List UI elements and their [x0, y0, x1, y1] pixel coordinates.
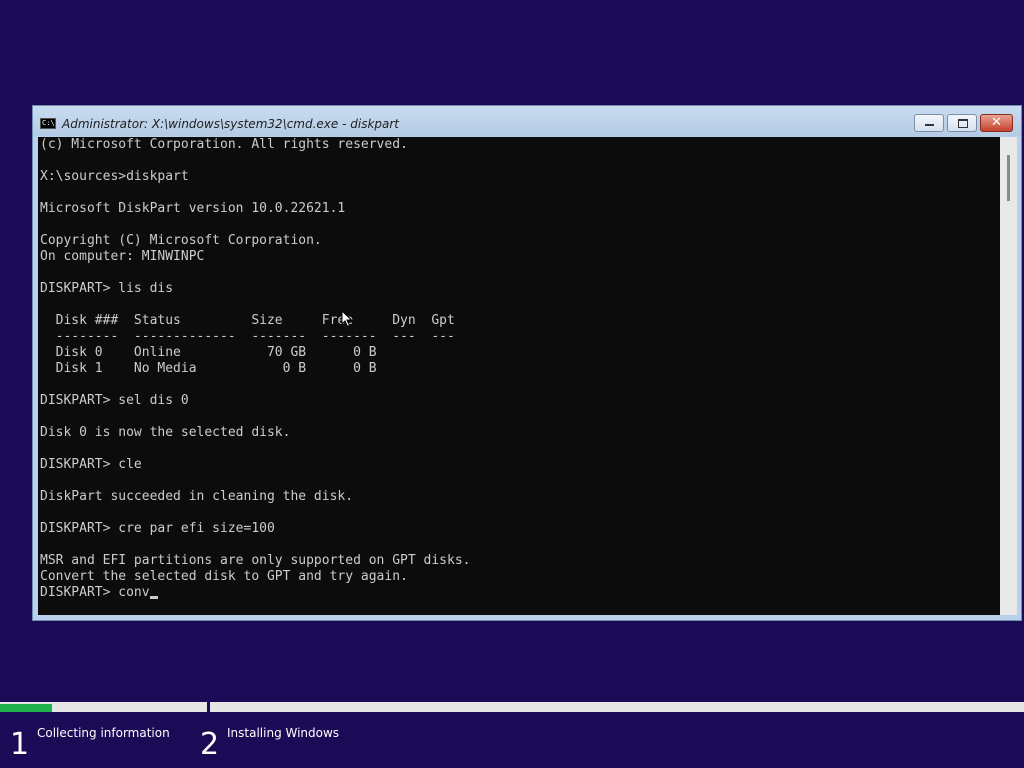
step-number: 1: [10, 727, 30, 762]
console-text: (c) Microsoft Corporation. All rights re…: [40, 137, 471, 584]
step-label: Installing Windows: [227, 726, 340, 740]
console-window[interactable]: C:\ Administrator: X:\windows\system32\c…: [32, 105, 1022, 621]
minimize-icon: [925, 124, 934, 126]
text-cursor: [149, 596, 158, 599]
command-input[interactable]: conv: [118, 585, 149, 600]
vertical-scrollbar[interactable]: [1000, 137, 1017, 615]
progress-divider: [207, 702, 210, 714]
scrollbar-thumb[interactable]: [1007, 155, 1010, 201]
title-bar[interactable]: C:\ Administrator: X:\windows\system32\c…: [33, 106, 1021, 136]
cmd-icon: C:\: [40, 118, 56, 129]
maximize-button[interactable]: [947, 114, 977, 132]
step-number: 2: [200, 727, 220, 762]
close-button[interactable]: ✕: [980, 114, 1013, 132]
progress-fill: [0, 704, 52, 712]
command-line[interactable]: DISKPART> conv: [38, 585, 1000, 601]
minimize-button[interactable]: [914, 114, 944, 132]
window-title: Administrator: X:\windows\system32\cmd.e…: [62, 117, 400, 131]
prompt: DISKPART>: [40, 585, 119, 600]
setup-background: C:\ Administrator: X:\windows\system32\c…: [0, 0, 1024, 768]
close-icon: ✕: [991, 115, 1002, 130]
maximize-icon: [958, 119, 968, 128]
step-label: Collecting information: [37, 726, 170, 740]
console-output[interactable]: (c) Microsoft Corporation. All rights re…: [38, 137, 1000, 615]
mouse-pointer-icon: [341, 310, 353, 328]
step1-progress: [0, 702, 207, 712]
